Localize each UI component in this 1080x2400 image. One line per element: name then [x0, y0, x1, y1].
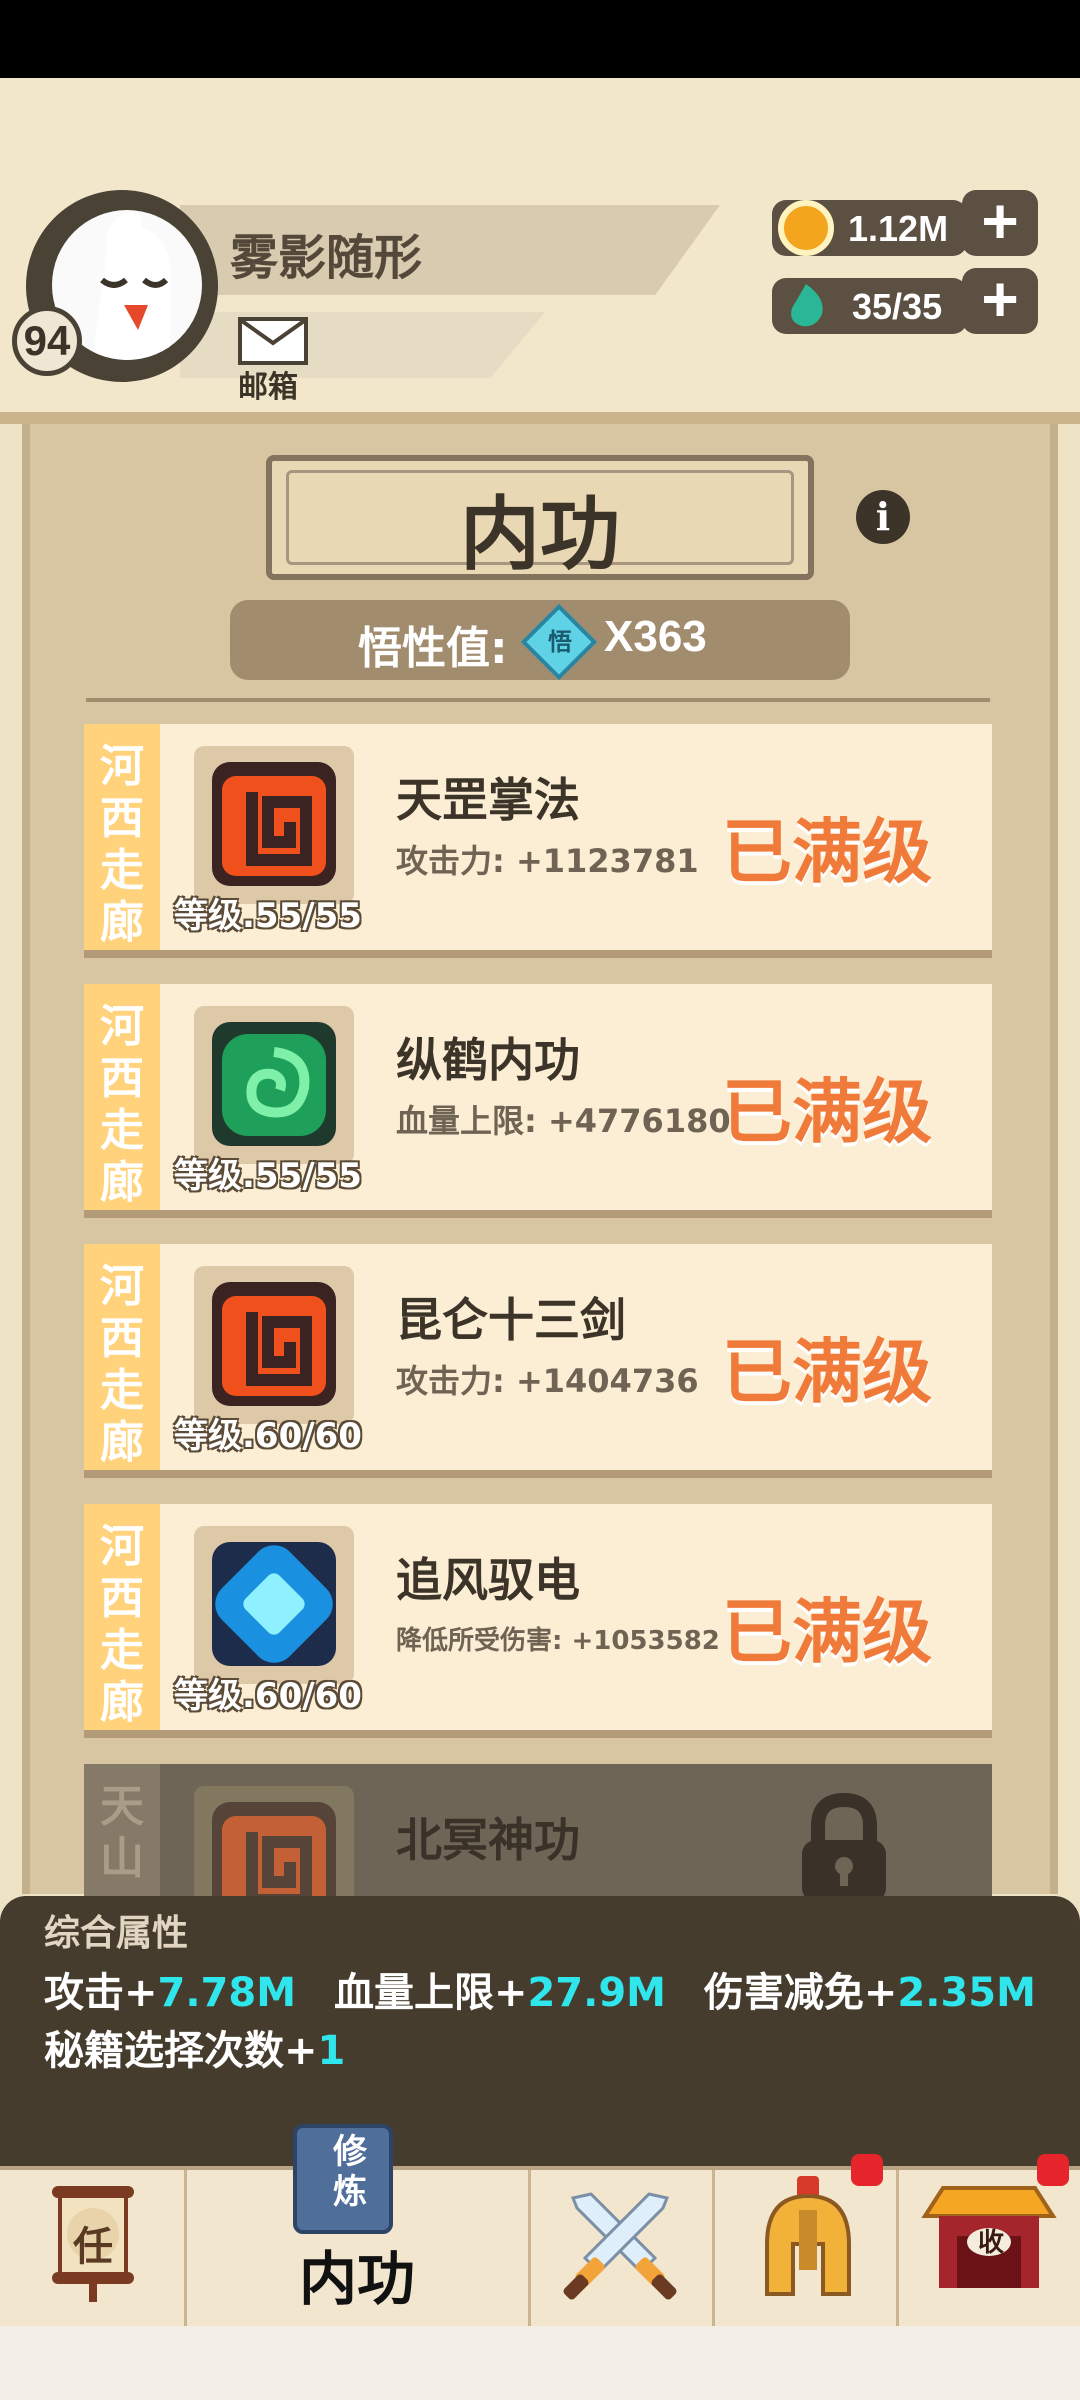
skill-stat: 血量上限: +4776180	[396, 1102, 731, 1140]
wisdom-value: X363	[604, 612, 707, 661]
skill-level: 等级.55/55	[174, 896, 362, 936]
mail-band	[180, 312, 545, 378]
nav-tab-tasks[interactable]: 任	[0, 2170, 184, 2326]
max-level-status: 已满级	[722, 1071, 932, 1153]
summary-title: 综合属性	[44, 1913, 189, 1954]
secret-value: 1	[317, 2028, 346, 2074]
skill-card[interactable]: 河 西 走 廊 等级.60/60 追风驭电 降低所受伤害: +1053582 已…	[84, 1504, 992, 1730]
skill-name: 天罡掌法	[396, 773, 580, 827]
skill-name: 北冥神功	[396, 1813, 580, 1867]
skill-stat: 攻击力: +1123781	[396, 842, 699, 880]
energy-drop-icon	[778, 278, 834, 334]
skill-level: 等级.60/60	[174, 1416, 362, 1456]
coin-counter: 1.12M	[772, 200, 967, 256]
skill-name: 纵鹤内功	[396, 1033, 580, 1087]
nav-tab-inner-power[interactable]: 修炼 内功	[187, 2124, 528, 2326]
red-demon-icon	[212, 1282, 336, 1406]
wisdom-gem-char: 悟	[548, 628, 572, 656]
summary-stats-line: 攻击+7.78M 血量上限+27.9M 伤害减免+2.35M	[44, 1970, 1036, 2016]
red-demon-icon	[212, 1802, 336, 1896]
add-coins-button[interactable]: +	[962, 189, 1038, 256]
skill-card[interactable]: 河 西 走 廊 等级.55/55 纵鹤内功 血量上限: +4776180 已满级	[84, 984, 992, 1210]
notification-dot	[1037, 2154, 1069, 2186]
player-level-badge: 94	[12, 306, 82, 376]
status-bar	[0, 0, 1080, 78]
summary-secret-line: 秘籍选择次数+1	[44, 2028, 346, 2074]
region-tag: 河 西 走 廊	[84, 1504, 160, 1730]
red-demon-icon	[212, 762, 336, 886]
mail-icon[interactable]	[238, 317, 308, 365]
crossed-swords-icon	[563, 2192, 677, 2300]
divider	[86, 698, 990, 702]
skill-level: 等级.60/60	[174, 1676, 362, 1716]
info-icon[interactable]: i	[856, 490, 910, 544]
nav-tab-shop[interactable]: 收	[899, 2154, 1080, 2326]
skill-name: 昆仑十三剑	[396, 1293, 626, 1347]
nav-tab-battle[interactable]	[531, 2170, 712, 2326]
region-tag: 河 西 走 廊	[84, 984, 160, 1210]
hp-value: 27.9M	[527, 1970, 666, 2016]
region-tag: 河 西 走 廊	[84, 1244, 160, 1470]
skill-stat: 降低所受伤害: +1053582	[396, 1626, 720, 1656]
page-title: 内功	[460, 488, 620, 581]
notification-dot	[851, 2154, 883, 2186]
helmet-icon	[765, 2176, 851, 2296]
locked-skill-card[interactable]: 天 山 北冥神功	[84, 1764, 992, 1896]
blue-crystal-icon	[212, 1542, 336, 1666]
skill-stat: 攻击力: +1404736	[396, 1362, 699, 1400]
system-nav-bar	[0, 2326, 1080, 2400]
nav-tab-equipment[interactable]	[715, 2154, 896, 2326]
max-level-status: 已满级	[722, 811, 932, 893]
add-energy-button[interactable]: +	[962, 267, 1038, 334]
coin-icon	[778, 200, 834, 256]
wisdom-label: 悟性值:	[358, 623, 508, 674]
header-divider	[0, 412, 1080, 424]
max-level-status: 已满级	[722, 1591, 932, 1673]
max-level-status: 已满级	[722, 1331, 932, 1413]
nav-tab-label: 内功	[298, 2245, 415, 2313]
skill-card[interactable]: 河 西 走 廊 等级.60/60 昆仑十三剑 攻击力: +1404736 已满级	[84, 1244, 992, 1470]
skill-level: 等级.55/55	[174, 1156, 362, 1196]
lock-icon	[794, 1792, 894, 1896]
skill-card[interactable]: 河 西 走 廊 等级.55/55 天罡掌法 攻击力: +1123781 已满级	[84, 724, 992, 950]
energy-counter: 35/35	[772, 278, 967, 334]
reduce-value: 2.35M	[897, 1970, 1036, 2016]
mailbox-label[interactable]: 邮箱	[238, 362, 298, 406]
skill-name: 追风驭电	[396, 1553, 580, 1607]
region-tag: 天 山	[84, 1764, 160, 1896]
green-swirl-icon	[212, 1022, 336, 1146]
region-tag: 河 西 走 廊	[84, 724, 160, 950]
player-name: 雾影随形	[230, 230, 423, 286]
attack-value: 7.78M	[157, 1970, 297, 2016]
